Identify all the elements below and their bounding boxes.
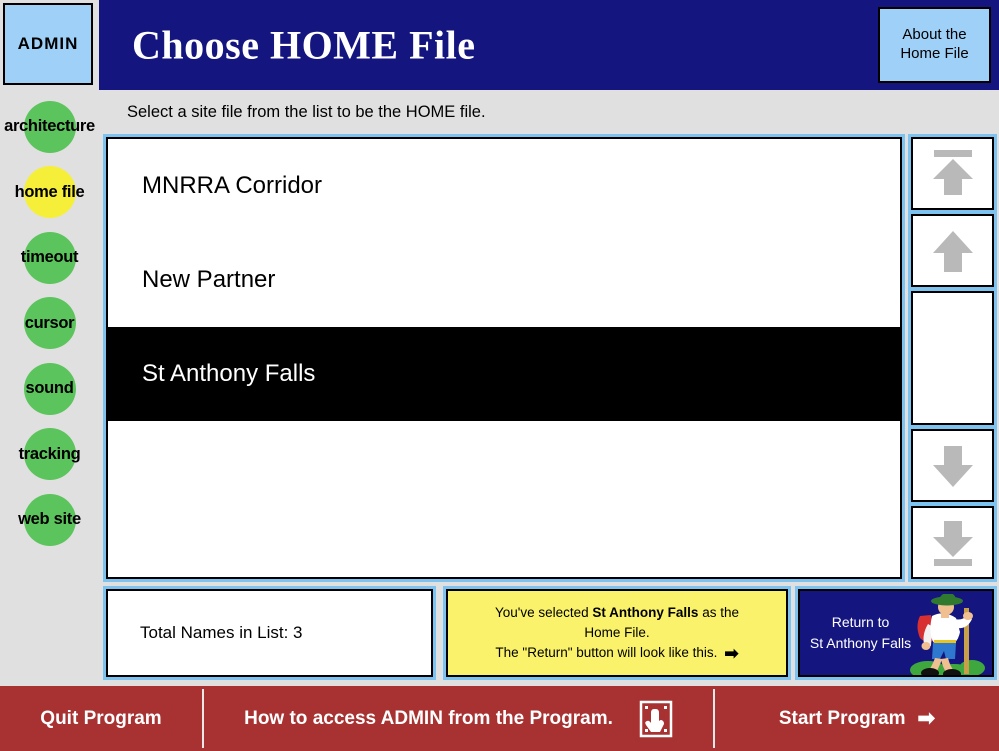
about-button-line2: Home File (900, 45, 969, 62)
selection-notice: You've selected St Anthony Falls as the … (446, 589, 788, 677)
sidebar-item-timeout[interactable]: timeout (0, 225, 99, 291)
notice-suffix: as the (698, 604, 739, 620)
admin-tab[interactable]: ADMIN (3, 3, 93, 85)
hiker-icon (910, 594, 985, 675)
instruction-bar: Select a site file from the list to be t… (99, 93, 999, 131)
notice-prefix: You've selected (495, 604, 593, 620)
admin-help-label: How to access ADMIN from the Program. (244, 707, 613, 729)
page-title: Choose HOME File (132, 22, 476, 68)
selection-notice-line3-row: The "Return" button will look like this.… (495, 643, 738, 663)
touchscreen-hand-icon (639, 700, 673, 737)
return-button-label: Return to St Anthony Falls (808, 612, 913, 654)
sidebar-item-architecture[interactable]: architecture (0, 94, 99, 160)
sidebar-item-web-site[interactable]: web site (0, 487, 99, 553)
return-button-line2: St Anthony Falls (809, 635, 912, 651)
start-program-button[interactable]: Start Program ➡ (715, 686, 999, 751)
sidebar: ADMIN architecture home file timeout cur… (0, 0, 99, 686)
sidebar-item-label: web site (18, 510, 81, 529)
about-button-line1: About the (902, 26, 967, 44)
arrow-up-to-bar-icon (931, 150, 975, 197)
bottom-toolbar: Quit Program How to access ADMIN from th… (0, 686, 999, 751)
scroll-up-button[interactable] (911, 214, 994, 287)
admin-help-button[interactable]: How to access ADMIN from the Program. (204, 686, 713, 751)
sidebar-item-label: home file (14, 182, 85, 201)
selection-notice-line1: You've selected St Anthony Falls as the (495, 603, 739, 623)
total-names-value: Total Names in List: 3 (106, 589, 433, 677)
return-to-site-button[interactable]: Return to St Anthony Falls (798, 589, 994, 677)
sidebar-item-label: sound (25, 379, 74, 398)
sidebar-nav-list: architecture home file timeout cursor so… (0, 94, 99, 553)
site-file-list-panel: MNRRA Corridor New Partner St Anthony Fa… (103, 134, 905, 582)
arrow-up-icon (931, 228, 975, 274)
sidebar-item-label: architecture (4, 117, 95, 136)
quit-program-label: Quit Program (40, 707, 162, 729)
instruction-text: Select a site file from the list to be t… (127, 102, 486, 121)
scroll-to-bottom-button[interactable] (911, 506, 994, 579)
list-item-label: St Anthony Falls (142, 360, 316, 387)
sidebar-item-label: timeout (20, 248, 79, 267)
list-item[interactable]: New Partner (108, 233, 900, 327)
sidebar-item-tracking[interactable]: tracking (0, 422, 99, 488)
arrow-down-icon (931, 443, 975, 489)
scroll-track[interactable] (911, 291, 994, 425)
admin-tab-label: ADMIN (17, 34, 79, 53)
start-program-label: Start Program (778, 707, 906, 729)
sidebar-item-label: cursor (24, 313, 75, 332)
list-item-label: MNRRA Corridor (142, 172, 323, 199)
quit-program-button[interactable]: Quit Program (0, 686, 202, 751)
total-names-panel: Total Names in List: 3 (103, 586, 436, 680)
sidebar-item-sound[interactable]: sound (0, 356, 99, 422)
sidebar-item-cursor[interactable]: cursor (0, 291, 99, 357)
sidebar-item-home-file[interactable]: home file (0, 160, 99, 226)
return-button-line1: Return to (831, 614, 890, 630)
list-item-label: New Partner (142, 266, 276, 293)
site-file-list[interactable]: MNRRA Corridor New Partner St Anthony Fa… (106, 137, 902, 579)
list-item[interactable] (108, 421, 900, 513)
selection-notice-line2: Home File. (584, 624, 650, 640)
arrow-right-icon: ➡ (917, 707, 936, 730)
about-home-file-button[interactable]: About the Home File (878, 7, 991, 83)
arrow-down-to-bar-icon (931, 519, 975, 566)
arrow-right-icon: ➡ (724, 643, 739, 663)
admin-screen: ADMIN architecture home file timeout cur… (0, 0, 999, 751)
header-bar: Choose HOME File About the Home File (99, 0, 999, 90)
list-item-selected[interactable]: St Anthony Falls (108, 327, 900, 421)
list-scrollbar (908, 134, 997, 582)
selection-notice-line3: The "Return" button will look like this. (495, 645, 718, 661)
selection-notice-panel: You've selected St Anthony Falls as the … (443, 586, 791, 680)
notice-selection-name: St Anthony Falls (592, 604, 699, 620)
scroll-to-top-button[interactable] (911, 137, 994, 210)
scroll-down-button[interactable] (911, 429, 994, 502)
return-button-panel: Return to St Anthony Falls (795, 586, 997, 680)
list-item[interactable]: MNRRA Corridor (108, 139, 900, 233)
sidebar-item-label: tracking (18, 444, 81, 463)
